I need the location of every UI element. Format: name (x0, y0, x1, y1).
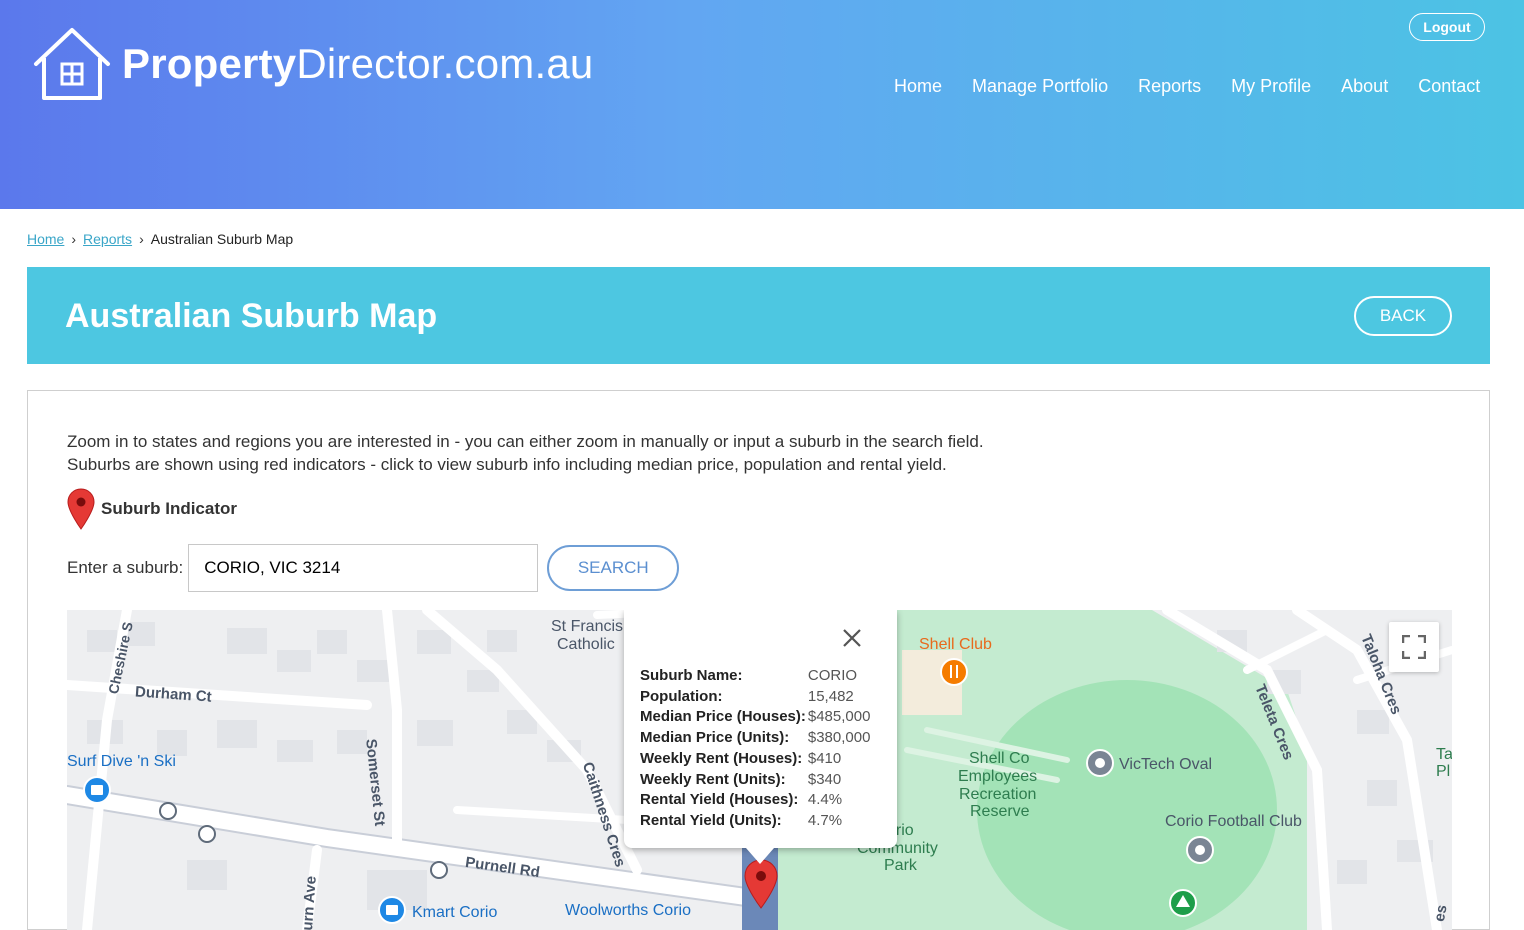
chevron-right-icon: › (71, 231, 77, 247)
map-label: Woolworths Corio (565, 902, 691, 919)
intro-line-2: Suburbs are shown using red indicators -… (67, 455, 947, 474)
indicator-label: Suburb Indicator (101, 499, 237, 518)
info-row: Population: 15,482 (640, 687, 854, 705)
intro-line-1: Zoom in to states and regions you are in… (67, 432, 984, 451)
map-label: Shell Co (969, 750, 1030, 767)
suburb-map[interactable]: St Francis Catholic Shell Club Cheshire … (67, 610, 1452, 930)
map-pin-icon (67, 488, 95, 530)
place-marker-icon-football (1186, 836, 1214, 864)
map-label: Employees (958, 768, 1038, 785)
site-logo[interactable]: PropertyDirector.com.au (32, 26, 593, 102)
map-label: Shell Club (919, 636, 992, 653)
info-row: Weekly Rent (Houses): $410 (640, 749, 842, 767)
breadcrumb-current: Australian Suburb Map (150, 231, 294, 247)
breadcrumb: Home › Reports › Australian Suburb Map (27, 231, 293, 247)
map-label: Ta (1436, 746, 1452, 763)
close-info-button[interactable] (838, 624, 866, 652)
intro-text: Zoom in to states and regions you are in… (67, 430, 984, 476)
map-label: Park (884, 857, 917, 874)
nav-reports[interactable]: Reports (1138, 76, 1201, 97)
restaurant-marker-icon (940, 658, 968, 686)
back-button[interactable]: BACK (1354, 296, 1452, 336)
map-label: es (1431, 903, 1451, 923)
info-row: Rental Yield (Houses): 4.4% (640, 791, 843, 809)
map-label: Surf Dive 'n Ski (67, 753, 176, 770)
nav-manage-portfolio[interactable]: Manage Portfolio (972, 76, 1108, 97)
logo-text: PropertyDirector.com.au (122, 40, 594, 87)
map-label: Corio Football Club (1165, 813, 1302, 830)
suburb-indicator-legend: Suburb Indicator (67, 488, 237, 530)
page-title-banner: Australian Suburb Map BACK (27, 267, 1490, 364)
suburb-search-row: Enter a suburb: SEARCH (67, 544, 680, 592)
content-panel: Zoom in to states and regions you are in… (27, 390, 1490, 930)
page-title: Australian Suburb Map (65, 297, 438, 335)
shop-marker-icon (83, 776, 111, 804)
info-row: Median Price (Units): $380,000 (640, 729, 871, 747)
shop-marker-icon-kmart (378, 896, 406, 924)
suburb-info-window: Suburb Name: CORIO Population: 15,482 Medi… (624, 610, 897, 864)
map-label: Reserve (970, 803, 1030, 820)
info-row: Weekly Rent (Units): $340 (640, 770, 842, 788)
nav-about[interactable]: About (1341, 76, 1388, 97)
fullscreen-icon (1402, 635, 1426, 659)
breadcrumb-reports[interactable]: Reports (83, 231, 132, 247)
info-window-tail (746, 848, 774, 864)
info-row: Suburb Name: CORIO (640, 667, 858, 684)
fullscreen-button[interactable] (1389, 622, 1439, 672)
map-label: St Francis (551, 618, 624, 635)
park-marker-icon (1169, 889, 1197, 917)
map-label: Pl (1436, 763, 1451, 780)
suburb-search-input[interactable] (188, 544, 539, 592)
map-label: VicTech Oval (1119, 756, 1213, 773)
house-logo-icon (34, 28, 110, 100)
nav-my-profile[interactable]: My Profile (1231, 76, 1311, 97)
search-label: Enter a suburb: (67, 558, 184, 577)
place-marker-icon-oval (1086, 749, 1114, 777)
search-button[interactable]: SEARCH (547, 545, 680, 591)
info-row: Median Price (Houses): $485,000 (640, 708, 871, 726)
nav-home[interactable]: Home (894, 76, 942, 97)
map-label: Recreation (959, 786, 1037, 803)
map-label: Kmart Corio (412, 904, 498, 921)
site-header: PropertyDirector.com.au Logout Home Mana… (0, 0, 1524, 209)
chevron-right-icon: › (139, 231, 144, 247)
info-row: Rental Yield (Units): 4.7% (640, 811, 843, 829)
breadcrumb-home[interactable]: Home (27, 231, 64, 247)
close-icon (843, 629, 861, 647)
logout-button[interactable]: Logout (1409, 13, 1485, 41)
main-nav: Home Manage Portfolio Reports My Profile… (894, 76, 1510, 97)
suburb-info-table: Suburb Name: CORIO Population: 15,482 Medi… (640, 666, 870, 832)
map-label: Catholic (557, 636, 615, 653)
nav-contact[interactable]: Contact (1418, 76, 1480, 97)
